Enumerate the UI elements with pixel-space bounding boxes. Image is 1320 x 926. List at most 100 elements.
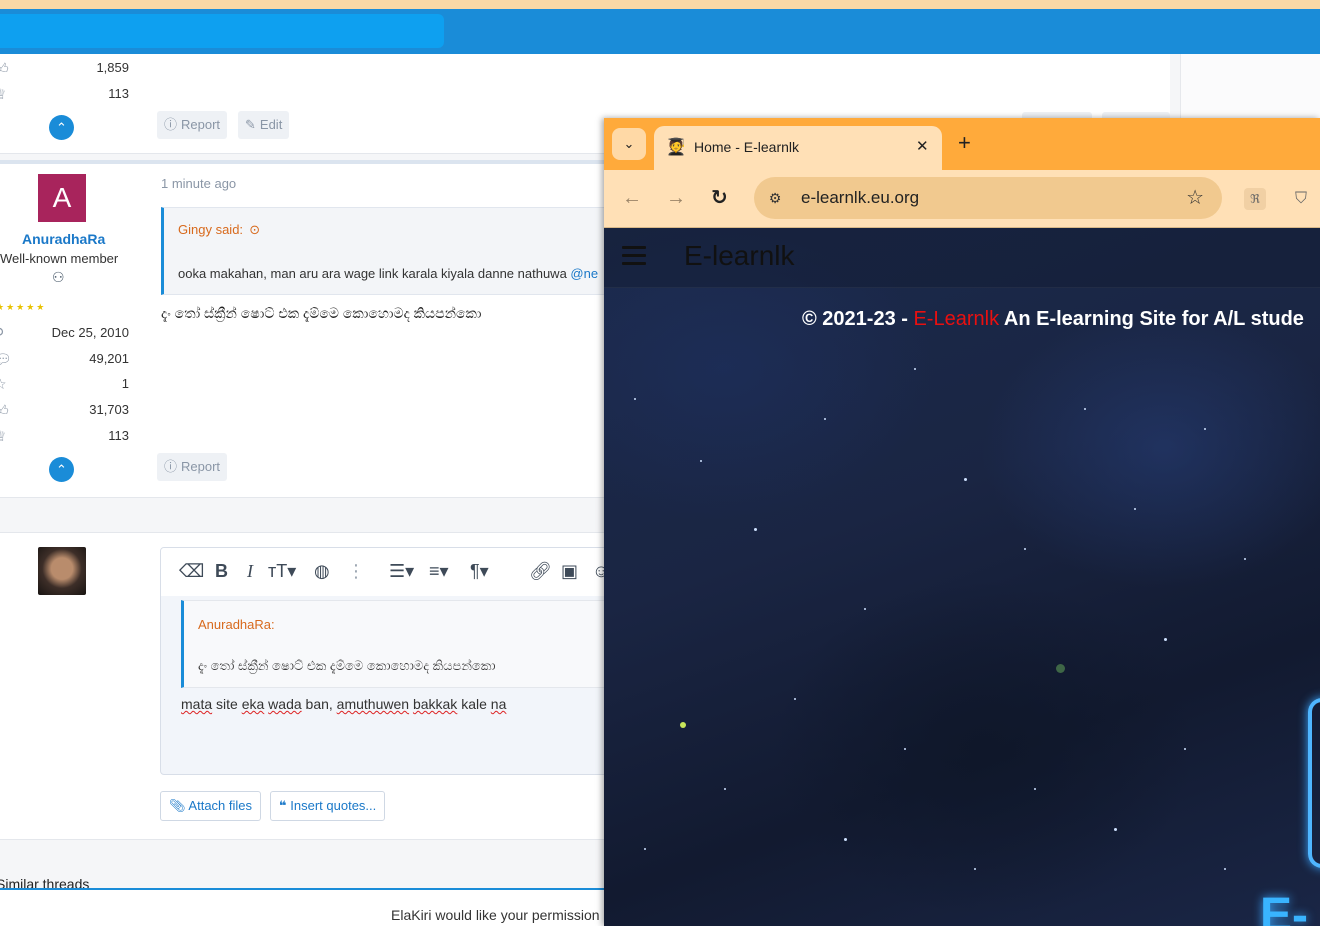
background-star [1114, 828, 1117, 831]
paragraph-icon[interactable]: ¶▾ [470, 560, 489, 582]
paperclip-icon: 📎︎ [169, 798, 186, 813]
favicon-icon: 🧑‍🎓 [666, 139, 686, 156]
browser-toolbar: ← → ↻ ⚙ e-learnlk.eu.org ☆ ℜ ⛉ [604, 170, 1320, 228]
clear-format-icon[interactable]: ⌫ [179, 560, 204, 582]
background-star [864, 608, 866, 610]
stat-trophies: ♕ 113 [0, 427, 135, 447]
image-icon[interactable]: ▣ [561, 560, 578, 582]
italic-icon[interactable]: I [247, 560, 253, 582]
background-star [904, 748, 906, 750]
forum-search-bar[interactable] [0, 14, 444, 48]
background-star [824, 418, 826, 420]
report-button[interactable]: ⓘ Report [157, 111, 228, 139]
quote-text: දැං තෝ ස්ක්‍රීන් ෂොට් එක දැම්මෙ කොහොමද ක… [198, 658, 496, 673]
list-icon[interactable]: ☰▾ [389, 560, 414, 582]
post-message: දැං තෝ ස්ක්‍රීන් ෂොට් එක දැම්මෙ කොහොමද ක… [161, 305, 482, 321]
tab-strip: ⌄ 🧑‍🎓 Home - E-learnlk ✕ + [604, 118, 1320, 170]
neon-text: E- [1260, 889, 1308, 926]
draft-text[interactable]: mata site eka wada ban, amuthuwen bakkak… [181, 696, 506, 712]
scroll-up-button[interactable]: ⌃ [49, 457, 74, 482]
background-star [1024, 548, 1026, 550]
like-icon: 👍︎ [0, 60, 9, 76]
draft-word: amuthuwen [336, 696, 410, 712]
permission-text: ElaKiri would like your permission [391, 907, 600, 923]
avatar[interactable]: A [38, 174, 86, 222]
plus-icon: + [958, 130, 971, 155]
reload-icon[interactable]: ↻ [711, 186, 728, 210]
star-icon: ☆ [0, 376, 7, 392]
bookmark-star-icon[interactable]: ☆ [1186, 185, 1204, 210]
stat-likes: 👍︎ 1,859 [0, 59, 135, 79]
draft-word: bakkak [412, 696, 458, 712]
user-badge-icon: ⚇ [52, 269, 65, 285]
site-settings-icon[interactable]: ⚙ [764, 187, 786, 209]
trophy-icon: ♕ [0, 428, 7, 444]
report-icon: ⓘ [164, 117, 178, 132]
browser-window: ⌄ 🧑‍🎓 Home - E-learnlk ✕ + ← → ↻ ⚙ e-lea… [604, 118, 1320, 926]
scroll-up-button[interactable]: ⌃ [49, 115, 74, 140]
mention-link[interactable]: @ne [570, 266, 598, 281]
neon-graphic [1308, 698, 1320, 868]
close-icon[interactable]: ✕ [916, 137, 929, 155]
edit-icon: ✎ [245, 117, 256, 132]
stat-trophies: ♕ 113 [0, 85, 135, 105]
background-star [964, 478, 967, 481]
avatar[interactable] [38, 547, 86, 595]
shield-icon[interactable]: ⛉ [1290, 188, 1312, 210]
back-arrow-icon[interactable]: ← [622, 186, 642, 210]
extension-icon[interactable]: ℜ [1244, 188, 1266, 210]
stat-joined: ⚲ Dec 25, 2010 [0, 324, 135, 344]
background-star [724, 788, 726, 790]
site-title[interactable]: E-learnlk [684, 240, 794, 272]
draft-word: ban, [301, 696, 337, 712]
post-time[interactable]: 1 minute ago [161, 176, 236, 191]
insert-quotes-button[interactable]: ❝ Insert quotes... [270, 791, 386, 821]
stat-messages: 💬︎ 49,201 [0, 350, 135, 370]
background-star [914, 368, 916, 370]
palette-icon[interactable]: ◍ [314, 560, 330, 582]
background-star [754, 528, 757, 531]
reply-editor[interactable]: ⌫ B I тТ▾ ◍ ⋮ ☰▾ ≡▾ ¶▾ 🔗︎ ▣ ☺ AnuradhaRa… [160, 547, 620, 775]
background-star [974, 868, 976, 870]
stat-likes: 👍︎ 31,703 [0, 401, 135, 421]
draft-word: mata [181, 696, 213, 712]
background-star [634, 398, 636, 400]
site-header: E-learnlk [604, 228, 1320, 288]
rating-stars-icon: ★★★★★ [0, 302, 47, 312]
quote-icon: ❝ [279, 798, 287, 813]
top-strip [0, 0, 1320, 9]
draft-word: wada [268, 696, 302, 712]
link-icon[interactable]: 🔗︎ [529, 560, 552, 582]
tab-home[interactable]: 🧑‍🎓 Home - E-learnlk ✕ [654, 126, 942, 170]
url-text[interactable]: e-learnlk.eu.org [801, 188, 919, 208]
menu-icon[interactable] [622, 246, 646, 266]
trophy-icon: ♕ [0, 86, 7, 102]
user-title: Well-known member [0, 251, 119, 266]
background-star [1204, 428, 1206, 430]
background-star [1244, 558, 1246, 560]
chevron-down-icon: ⌄ [623, 136, 635, 151]
report-button[interactable]: ⓘ Report [157, 453, 228, 481]
more-options-icon[interactable]: ⋮ [347, 560, 365, 582]
background-star [700, 460, 702, 462]
stat-stars: ☆ 1 [0, 375, 135, 395]
text-size-icon[interactable]: тТ▾ [268, 560, 296, 582]
quote-author[interactable]: Gingy said: ⊙ [178, 222, 260, 238]
tab-title: Home - E-learnlk [694, 139, 800, 155]
forward-arrow-icon[interactable]: → [666, 186, 686, 210]
bold-icon[interactable]: B [215, 560, 228, 582]
attach-files-button[interactable]: 📎︎ Attach files [160, 791, 262, 821]
draft-word: kale [457, 696, 491, 712]
edit-button[interactable]: ✎ Edit [238, 111, 290, 139]
site-page: E-learnlk © 2021-23 - E-Learnlk An E-lea… [604, 228, 1320, 926]
background-star [844, 838, 847, 841]
new-tab-button[interactable]: + [958, 130, 971, 156]
address-bar[interactable]: ⚙ e-learnlk.eu.org ☆ [754, 177, 1222, 219]
tab-search-button[interactable]: ⌄ [612, 128, 646, 160]
draft-word: na [490, 696, 507, 712]
quote-text: ooka makahan, man aru ara wage link kara… [178, 266, 599, 281]
background-star [1224, 868, 1226, 870]
align-icon[interactable]: ≡▾ [429, 560, 449, 582]
username[interactable]: AnuradhaRa [22, 231, 105, 247]
report-icon: ⓘ [164, 459, 178, 474]
